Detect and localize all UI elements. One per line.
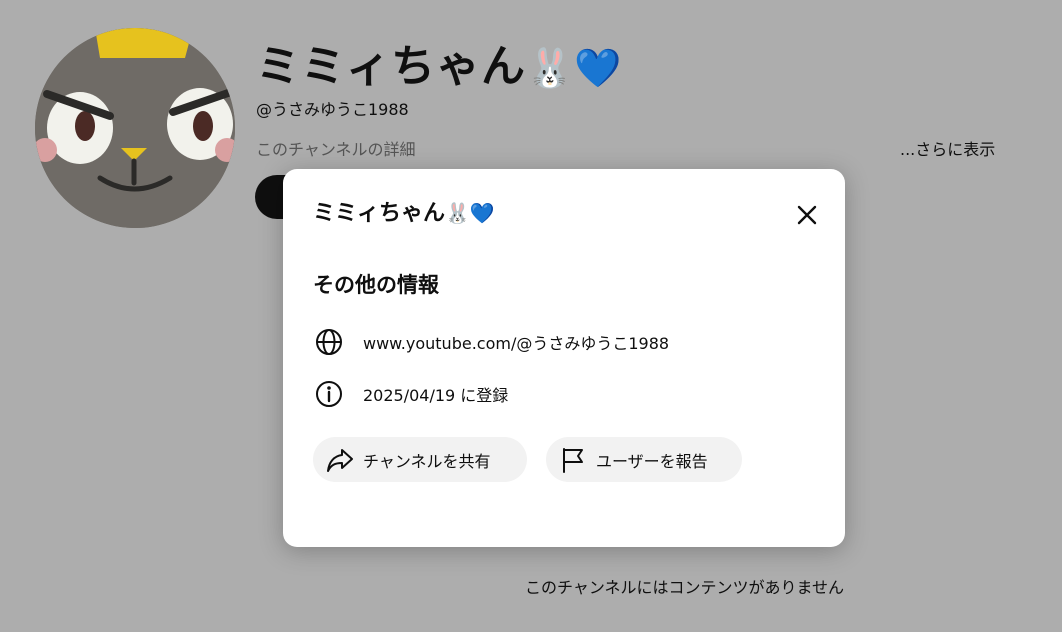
channel-handle: @うさみゆうこ1988 bbox=[256, 100, 409, 119]
channel-url-text[interactable]: www.youtube.com/@うさみゆうこ1988 bbox=[363, 330, 669, 354]
joined-date-row: 2025/04/19 に登録 bbox=[313, 378, 508, 410]
info-icon bbox=[316, 381, 342, 407]
share-icon bbox=[327, 448, 353, 472]
channel-title-emoji: 🐰💙 bbox=[526, 46, 623, 90]
flag-icon bbox=[563, 447, 583, 473]
joined-date-text: 2025/04/19 に登録 bbox=[363, 386, 509, 405]
close-icon bbox=[797, 205, 817, 225]
close-button[interactable] bbox=[791, 199, 823, 231]
dialog-title-emoji: 🐰💙 bbox=[445, 201, 495, 225]
about-dialog: ミミィちゃん🐰💙 その他の情報 www.youtube.com/@うさみゆうこ1… bbox=[283, 169, 845, 547]
channel-avatar[interactable] bbox=[35, 28, 235, 228]
channel-description-link[interactable]: このチャンネルの詳細 bbox=[256, 136, 416, 160]
report-user-button[interactable]: ユーザーを報告 bbox=[546, 437, 742, 482]
channel-url-row[interactable]: www.youtube.com/@うさみゆうこ1988 bbox=[313, 326, 669, 358]
globe-icon bbox=[316, 329, 342, 355]
dialog-title: ミミィちゃん🐰💙 bbox=[313, 195, 495, 227]
dialog-title-text: ミミィちゃん bbox=[313, 201, 446, 226]
channel-title-text: ミミィちゃん bbox=[256, 41, 526, 92]
share-channel-button[interactable]: チャンネルを共有 bbox=[313, 437, 527, 482]
share-channel-label: チャンネルを共有 bbox=[363, 451, 491, 471]
channel-title: ミミィちゃん🐰💙 bbox=[256, 30, 623, 94]
report-user-label: ユーザーを報告 bbox=[596, 451, 708, 471]
show-more-link[interactable]: ...さらに表示 bbox=[900, 136, 995, 160]
empty-content-message: このチャンネルにはコンテンツがありません bbox=[525, 578, 845, 597]
avatar-cat-illustration bbox=[35, 28, 235, 228]
more-info-heading: その他の情報 bbox=[313, 273, 439, 297]
